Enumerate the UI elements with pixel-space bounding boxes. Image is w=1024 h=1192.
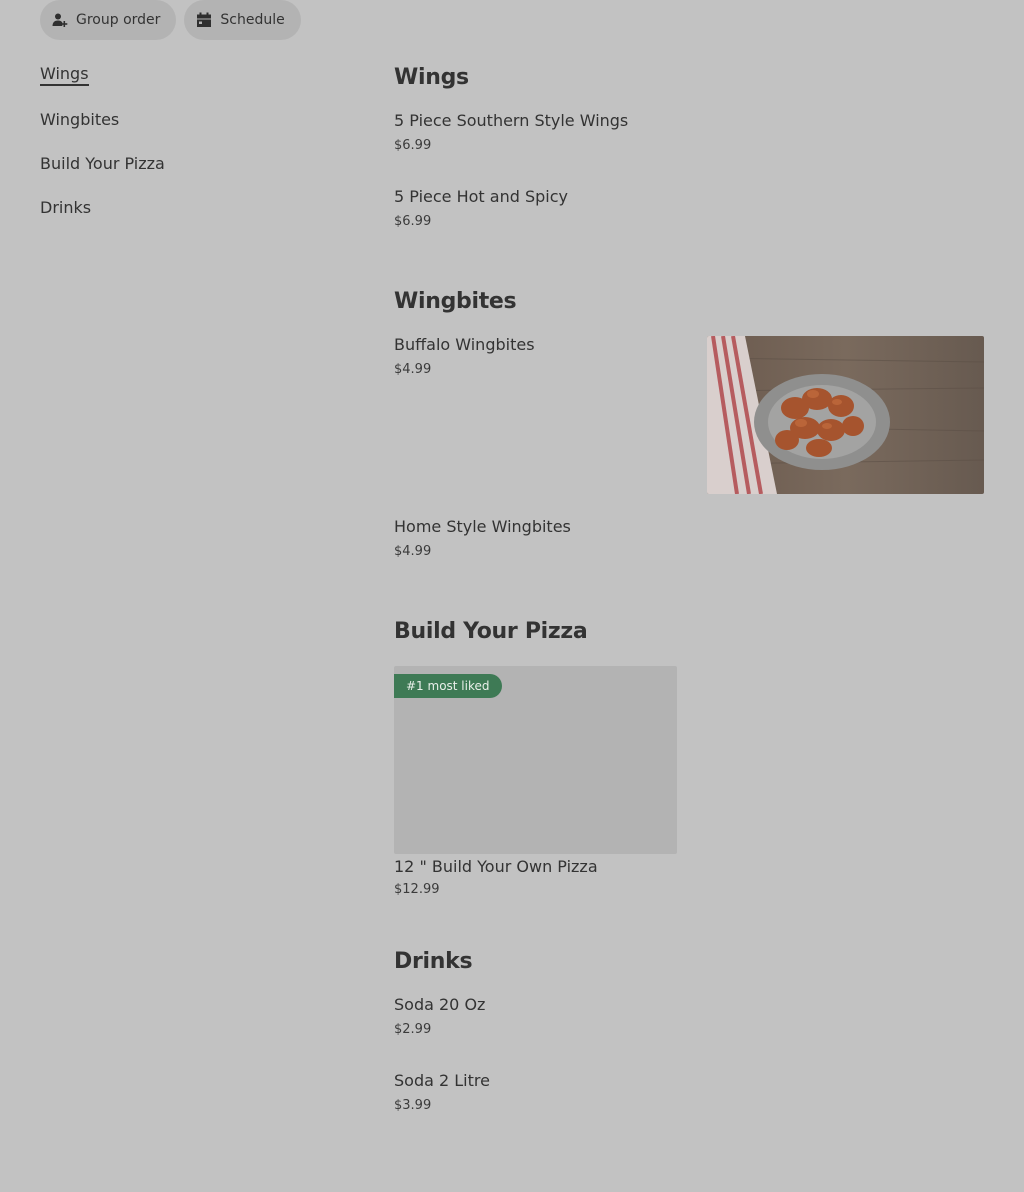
sidebar-item-build-your-pizza[interactable]: Build Your Pizza xyxy=(40,152,260,176)
wingbites-photo[interactable] xyxy=(707,336,984,494)
sidebar-item-label: Wings xyxy=(40,64,89,86)
item-price: $12.99 xyxy=(394,882,440,897)
sidebar-item-label: Wingbites xyxy=(40,110,120,129)
item-price: $2.99 xyxy=(394,1022,432,1037)
category-sidebar: Wings Wingbites Build Your Pizza Drinks xyxy=(40,62,260,240)
section-title-wings: Wings xyxy=(394,65,469,90)
sidebar-item-label: Build Your Pizza xyxy=(40,154,165,173)
item-price: $4.99 xyxy=(394,544,432,559)
section-title-build-your-pizza: Build Your Pizza xyxy=(394,619,588,644)
section-title-wingbites: Wingbites xyxy=(394,289,517,314)
person-add-icon xyxy=(52,12,68,28)
section-title-drinks: Drinks xyxy=(394,949,473,974)
item-name: Soda 2 Litre xyxy=(394,1071,490,1090)
item-price: $6.99 xyxy=(394,138,432,153)
top-actions: Group order Schedule xyxy=(40,0,301,40)
group-order-button[interactable]: Group order xyxy=(40,0,177,40)
most-liked-badge: #1 most liked xyxy=(394,674,502,698)
pizza-card-image[interactable]: #1 most liked xyxy=(394,666,677,854)
item-name: 12 " Build Your Own Pizza xyxy=(394,857,598,876)
group-order-label: Group order xyxy=(76,12,161,28)
sidebar-item-label: Drinks xyxy=(40,198,92,217)
item-price: $6.99 xyxy=(394,214,432,229)
item-name: Buffalo Wingbites xyxy=(394,335,535,354)
item-name: Home Style Wingbites xyxy=(394,517,571,536)
sidebar-item-wings[interactable]: Wings xyxy=(40,62,260,86)
sidebar-item-wingbites[interactable]: Wingbites xyxy=(40,108,260,132)
schedule-label: Schedule xyxy=(220,12,285,28)
sidebar-item-drinks[interactable]: Drinks xyxy=(40,196,260,220)
item-name: 5 Piece Southern Style Wings xyxy=(394,111,629,130)
item-name: 5 Piece Hot and Spicy xyxy=(394,187,568,206)
item-price: $3.99 xyxy=(394,1098,432,1113)
item-name: Soda 20 Oz xyxy=(394,995,486,1014)
schedule-button[interactable]: Schedule xyxy=(184,0,301,40)
calendar-icon xyxy=(196,12,212,28)
item-price: $4.99 xyxy=(394,362,432,377)
